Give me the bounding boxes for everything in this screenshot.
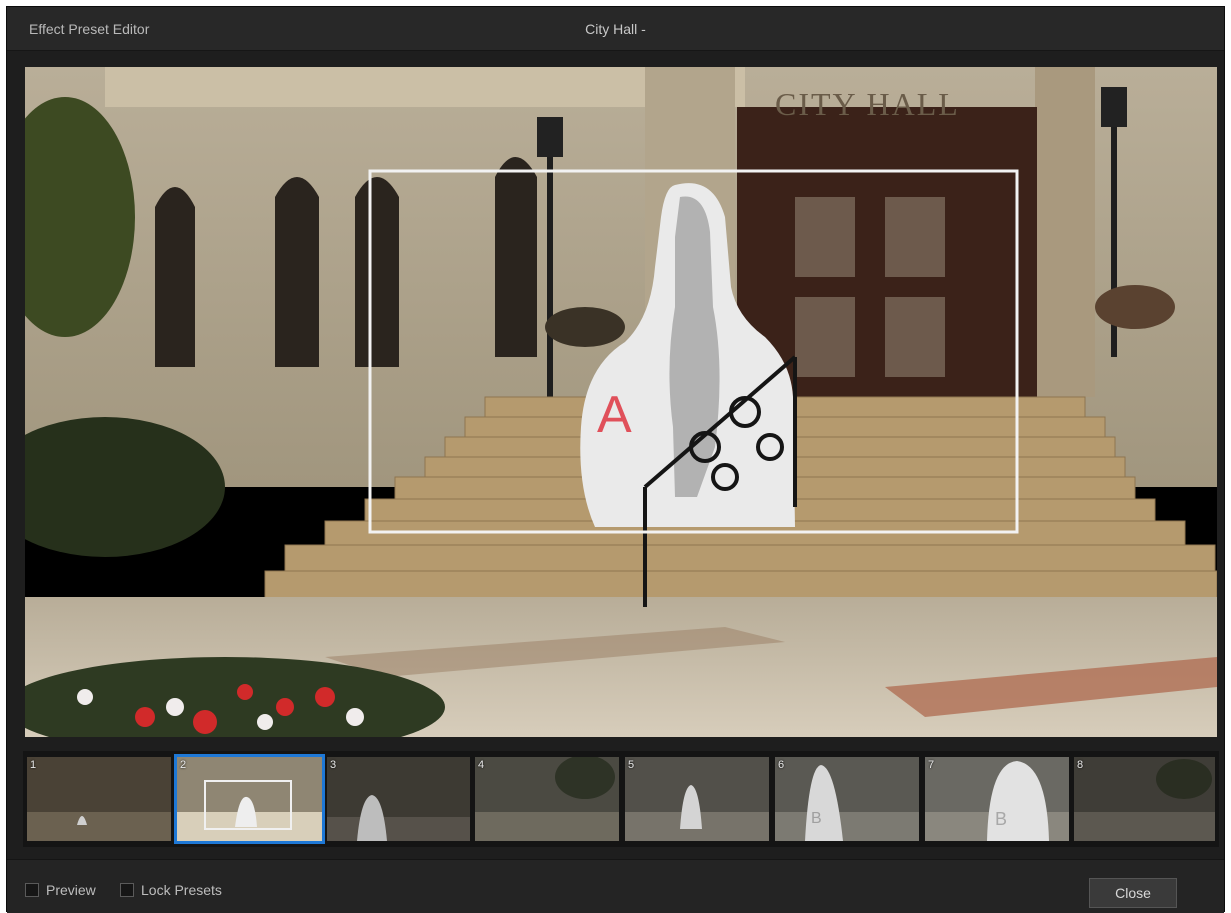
thumbnail-image: B bbox=[775, 757, 919, 841]
thumbnail-image bbox=[475, 757, 619, 841]
preset-thumbnail-1[interactable]: 1 bbox=[27, 757, 171, 841]
preview-label: Preview bbox=[46, 882, 96, 898]
preset-thumbnail-7[interactable]: B 7 bbox=[925, 757, 1069, 841]
thumbnail-label: B bbox=[995, 809, 1007, 829]
thumbnail-image bbox=[177, 757, 322, 841]
lock-presets-checkbox-row[interactable]: Lock Presets bbox=[120, 882, 222, 898]
preset-thumbnail-5[interactable]: 5 bbox=[625, 757, 769, 841]
preset-thumbnail-strip: 1 2 3 4 5 B 6 B 7 8 bbox=[23, 751, 1219, 847]
thumbnail-label: B bbox=[811, 810, 822, 827]
preset-thumbnail-6[interactable]: B 6 bbox=[775, 757, 919, 841]
lock-presets-label: Lock Presets bbox=[141, 882, 222, 898]
thumbnail-number: 5 bbox=[628, 759, 635, 771]
effect-preset-editor-window: Effect Preset Editor City Hall - CITY HA… bbox=[6, 6, 1225, 913]
thumbnail-number: 1 bbox=[30, 759, 37, 771]
bottom-bar: Preview Lock Presets Close bbox=[7, 859, 1224, 913]
preview-checkbox-row[interactable]: Preview bbox=[25, 882, 96, 898]
lock-presets-checkbox[interactable] bbox=[120, 883, 134, 897]
preview-checkbox[interactable] bbox=[25, 883, 39, 897]
thumbnail-image bbox=[625, 757, 769, 841]
preview-image: CITY HALL A bbox=[25, 67, 1217, 737]
thumbnail-image bbox=[327, 757, 470, 841]
thumbnail-image bbox=[1074, 757, 1215, 841]
preset-thumbnail-8[interactable]: 8 bbox=[1074, 757, 1215, 841]
document-title: City Hall - bbox=[585, 21, 646, 37]
thumbnail-image bbox=[27, 757, 171, 841]
title-bar: Effect Preset Editor City Hall - bbox=[7, 7, 1224, 51]
thumbnail-number: 7 bbox=[928, 759, 935, 771]
thumbnail-number: 4 bbox=[478, 759, 485, 771]
building-sign-text: CITY HALL bbox=[775, 86, 960, 122]
overlay-label: A bbox=[597, 386, 632, 444]
thumbnail-image: B bbox=[925, 757, 1069, 841]
thumbnail-number: 6 bbox=[778, 759, 785, 771]
preset-thumbnail-4[interactable]: 4 bbox=[475, 757, 619, 841]
thumbnail-number: 8 bbox=[1077, 759, 1084, 771]
close-button[interactable]: Close bbox=[1089, 878, 1177, 908]
preset-thumbnail-2[interactable]: 2 bbox=[174, 754, 325, 844]
preview-viewer[interactable]: CITY HALL A bbox=[25, 67, 1217, 737]
thumbnail-number: 2 bbox=[180, 759, 187, 771]
preset-thumbnail-3[interactable]: 3 bbox=[327, 757, 470, 841]
thumbnail-number: 3 bbox=[330, 759, 337, 771]
